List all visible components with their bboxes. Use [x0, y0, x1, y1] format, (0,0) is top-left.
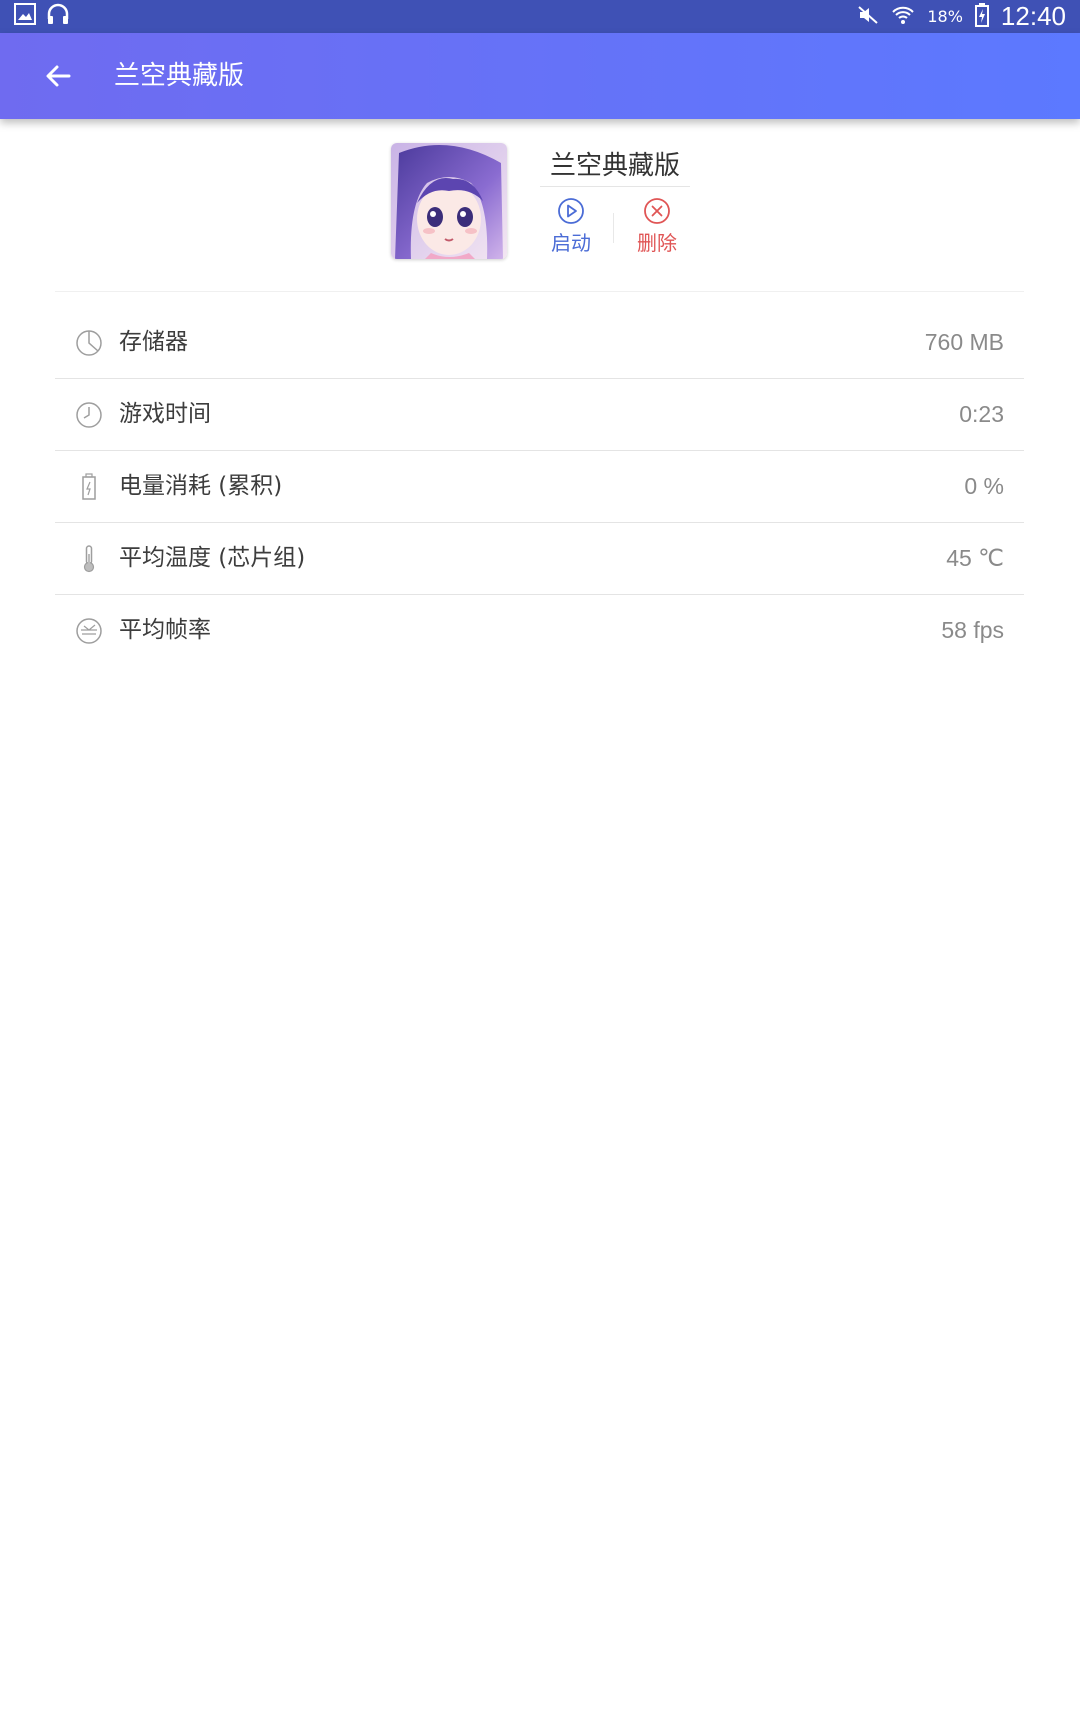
stat-value: 58 fps — [941, 617, 1004, 643]
stat-row-temperature: 平均温度 (芯片组) 45 ℃ — [55, 523, 1024, 595]
stat-value: 45 ℃ — [946, 545, 1004, 571]
stat-row-playtime: 游戏时间 0:23 — [55, 379, 1024, 451]
app-name: 兰空典藏版 — [549, 151, 680, 181]
back-button[interactable] — [38, 56, 78, 96]
launch-label: 启动 — [551, 231, 591, 255]
divider — [540, 186, 690, 187]
battery-icon — [75, 473, 103, 501]
stat-label: 平均温度 (芯片组) — [119, 545, 306, 571]
clock-time: 12:40 — [1000, 1, 1066, 31]
status-bar: 18% 12:40 — [0, 0, 1080, 33]
pie-chart-icon — [75, 329, 103, 357]
wifi-icon — [891, 4, 915, 30]
stat-label: 电量消耗 (累积) — [119, 473, 283, 499]
launch-button[interactable]: 启动 — [531, 197, 611, 256]
thermometer-icon — [75, 545, 103, 573]
stat-value: 760 MB — [924, 329, 1004, 355]
app-bar: 兰空典藏版 — [0, 33, 1080, 119]
headphones-icon — [46, 3, 70, 29]
stat-row-storage: 存储器 760 MB — [55, 307, 1024, 379]
gallery-icon — [14, 3, 36, 29]
divider — [613, 213, 614, 243]
play-circle-icon — [558, 198, 584, 224]
delete-label: 删除 — [637, 231, 677, 255]
delete-button[interactable]: 删除 — [617, 197, 697, 256]
stats-list: 存储器 760 MB 游戏时间 0:23 电量消耗 (累积) 0 % 平均温度 … — [55, 307, 1024, 666]
mute-icon — [857, 4, 879, 30]
close-circle-icon — [644, 198, 670, 224]
stat-row-battery: 电量消耗 (累积) 0 % — [55, 451, 1024, 523]
stat-value: 0:23 — [959, 401, 1004, 427]
stat-label: 存储器 — [119, 329, 188, 355]
stat-row-framerate: 平均帧率 58 fps — [55, 595, 1024, 666]
stat-label: 平均帧率 — [119, 617, 211, 643]
app-icon — [391, 143, 507, 259]
battery-charging-icon — [974, 2, 989, 31]
page-title: 兰空典藏版 — [114, 61, 245, 91]
battery-percent: 18% — [927, 7, 963, 26]
stat-value: 0 % — [964, 473, 1004, 499]
stat-label: 游戏时间 — [119, 401, 211, 427]
clock-icon — [75, 401, 103, 429]
arrow-left-icon — [46, 65, 71, 87]
app-info-card: 兰空典藏版 启动 删除 — [55, 119, 1024, 292]
speedometer-icon — [75, 617, 103, 645]
